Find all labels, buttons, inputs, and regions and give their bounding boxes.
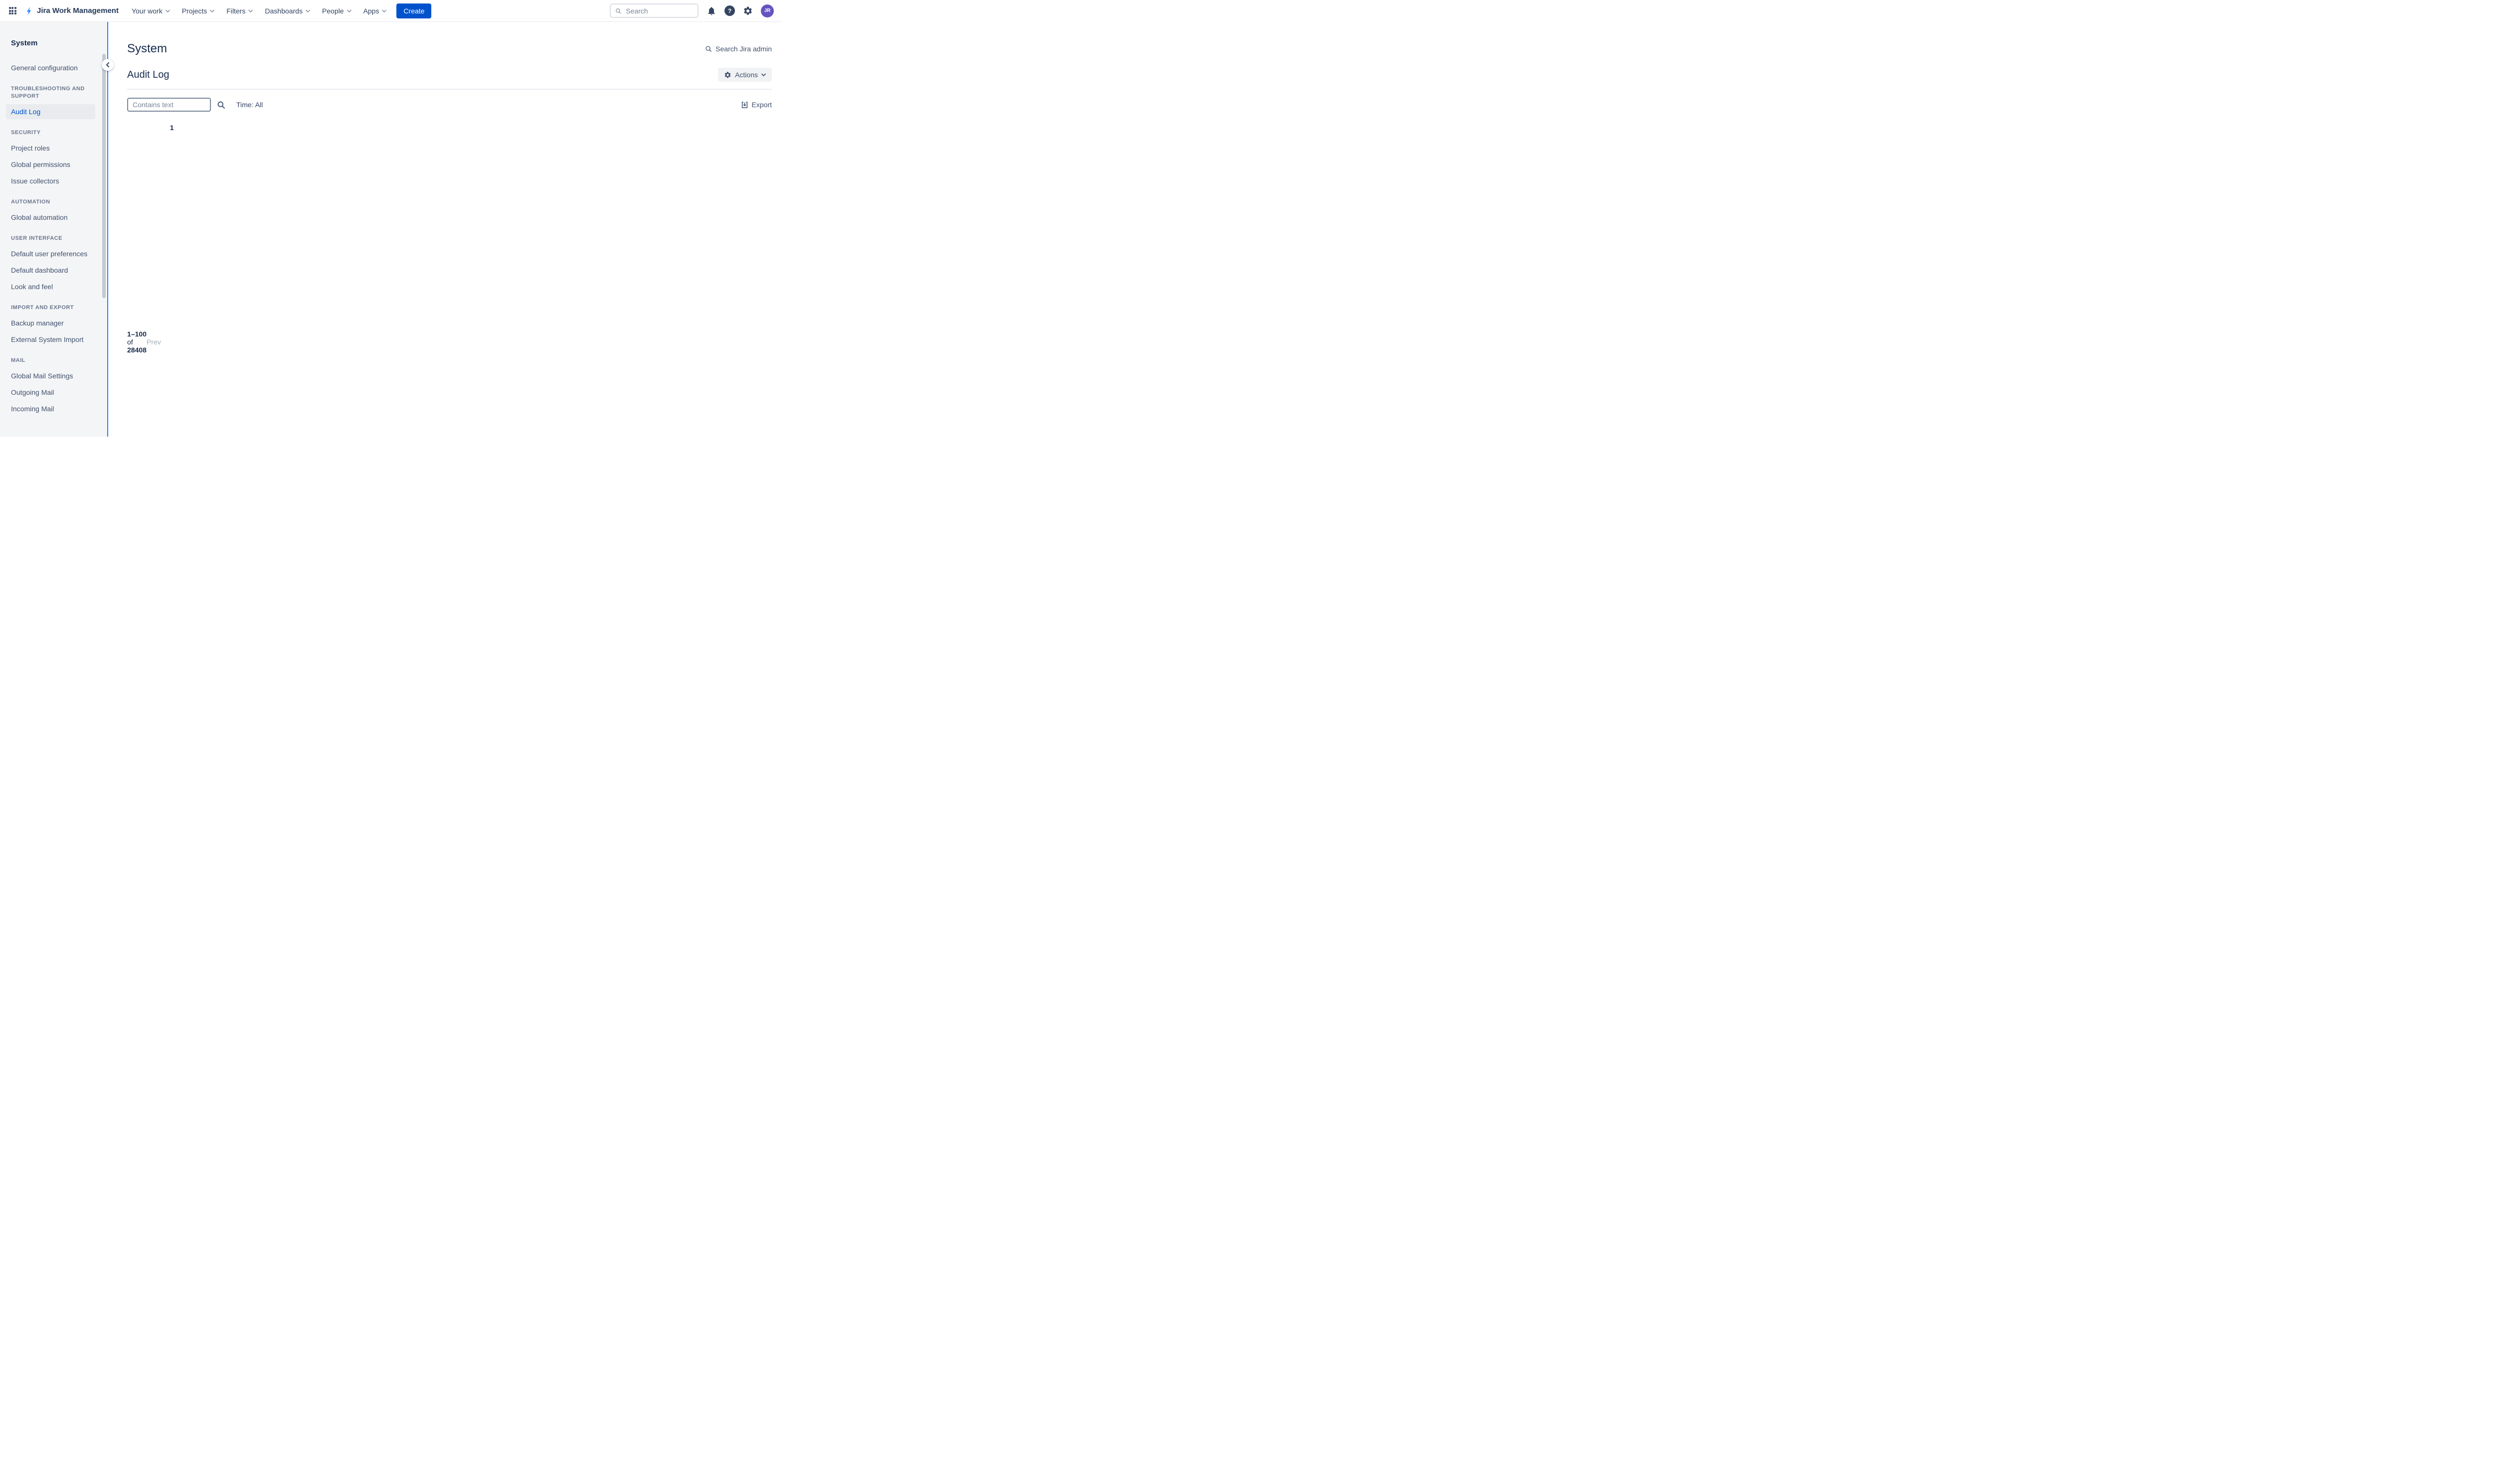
- results-range: 1–100: [127, 330, 147, 338]
- global-search[interactable]: [610, 3, 699, 18]
- results-of: of: [127, 338, 133, 346]
- search-jira-admin-label: Search Jira admin: [715, 45, 772, 53]
- export-button[interactable]: Export: [741, 101, 772, 109]
- results-total: 28408: [127, 346, 147, 354]
- sidebar-section-header-mail: MAIL: [6, 357, 95, 364]
- search-icon: [705, 45, 712, 52]
- chevron-down-icon: [761, 73, 766, 77]
- sidebar-item-general-configuration[interactable]: General configuration: [6, 60, 95, 75]
- sidebar-section-header-automation: AUTOMATION: [6, 198, 95, 206]
- nav-item-label: People: [322, 7, 344, 15]
- sidebar-item-global-permissions[interactable]: Global permissions: [6, 157, 95, 172]
- pagination-pages: 12345: [170, 124, 782, 437]
- sidebar-section-header-import-and-export: IMPORT AND EXPORT: [6, 304, 95, 312]
- sidebar-item-global-mail-settings[interactable]: Global Mail Settings: [6, 368, 95, 383]
- search-jira-admin-link[interactable]: Search Jira admin: [705, 45, 772, 53]
- product-logo[interactable]: Jira Work Management: [24, 6, 119, 16]
- bell-icon: [707, 6, 716, 16]
- sidebar-section-header-troubleshooting-and-support: TROUBLESHOOTING AND SUPPORT: [6, 85, 95, 100]
- chevron-down-icon: [166, 9, 170, 13]
- gear-icon: [743, 6, 753, 16]
- results-count: 1–100 of 28408: [127, 330, 147, 354]
- global-search-input[interactable]: [625, 6, 693, 15]
- time-filter[interactable]: Time: All: [236, 101, 263, 109]
- export-download-icon: [741, 101, 748, 109]
- chevron-left-icon: [106, 62, 110, 67]
- admin-sidebar: System General configuration TROUBLESHOOT…: [0, 22, 108, 437]
- chevron-down-icon: [347, 9, 352, 13]
- nav-item-label: Projects: [182, 7, 207, 15]
- sidebar-item-default-dashboard[interactable]: Default dashboard: [6, 263, 95, 278]
- filter-search-button[interactable]: [217, 101, 225, 109]
- chevron-down-icon: [306, 9, 310, 13]
- sidebar-item-incoming-mail[interactable]: Incoming Mail: [6, 401, 95, 416]
- sidebar-item-project-roles[interactable]: Project roles: [6, 141, 95, 156]
- sidebar-scrollbar-thumb[interactable]: [102, 54, 106, 298]
- sidebar-item-issue-collectors[interactable]: Issue collectors: [6, 173, 95, 188]
- actions-label: Actions: [735, 71, 758, 79]
- user-avatar[interactable]: JR: [761, 4, 774, 17]
- create-button[interactable]: Create: [396, 3, 431, 18]
- sidebar-item-backup-manager[interactable]: Backup manager: [6, 316, 95, 330]
- contains-text-input[interactable]: [127, 98, 211, 112]
- sidebar-section-header-user-interface: USER INTERFACE: [6, 235, 95, 242]
- main-content: System Search Jira admin Audit Log Actio…: [109, 22, 782, 437]
- jira-logo-icon: [24, 6, 34, 16]
- sidebar-item-external-system-import[interactable]: External System Import: [6, 332, 95, 347]
- sidebar-item-default-user-preferences[interactable]: Default user preferences: [6, 246, 95, 261]
- chevron-down-icon: [248, 9, 253, 13]
- top-navbar: Jira Work Management Your work Projects Fi…: [0, 0, 782, 22]
- sidebar-item-global-automation[interactable]: Global automation: [6, 210, 95, 225]
- app-switcher-button[interactable]: [5, 3, 20, 18]
- pagination-prev[interactable]: Prev: [147, 338, 161, 346]
- pagination: Prev 12345 Next: [147, 124, 782, 437]
- app-grid-icon: [9, 7, 16, 14]
- chevron-down-icon: [382, 9, 386, 13]
- primary-nav: Your work Projects Filters Dashboards People…: [127, 4, 391, 18]
- filter-bar: Time: All Export: [127, 98, 772, 112]
- help-icon: ?: [724, 5, 735, 16]
- pagination-page-1[interactable]: 1: [170, 124, 782, 437]
- section-title: Audit Log: [127, 69, 170, 81]
- sidebar-section-header-security: SECURITY: [6, 129, 95, 137]
- sidebar-nav: General configuration TROUBLESHOOTING AND…: [6, 60, 95, 416]
- sidebar-item-outgoing-mail[interactable]: Outgoing Mail: [6, 385, 95, 400]
- search-icon: [615, 7, 621, 14]
- sidebar-collapse-button[interactable]: [102, 59, 114, 71]
- nav-item-label: Dashboards: [265, 7, 303, 15]
- gear-icon: [724, 71, 731, 79]
- nav-item-filters[interactable]: Filters: [221, 4, 258, 18]
- export-label: Export: [752, 101, 772, 109]
- sidebar-item-audit-log[interactable]: Audit Log: [6, 104, 95, 119]
- settings-button[interactable]: [743, 6, 753, 16]
- product-name: Jira Work Management: [37, 6, 119, 15]
- results-bar: 1–100 of 28408 Prev 12345 Next: [127, 124, 772, 437]
- nav-item-projects[interactable]: Projects: [177, 4, 220, 18]
- nav-item-label: Your work: [132, 7, 163, 15]
- section-divider: [127, 89, 772, 90]
- search-icon: [217, 101, 225, 109]
- page-title: System: [127, 42, 167, 56]
- nav-item-dashboards[interactable]: Dashboards: [260, 4, 315, 18]
- jira-admin-page: Jira Work Management Your work Projects Fi…: [0, 0, 782, 437]
- sidebar-title: System: [6, 39, 95, 47]
- help-button[interactable]: ?: [724, 5, 735, 16]
- chevron-down-icon: [210, 9, 214, 13]
- sidebar-item-look-and-feel[interactable]: Look and feel: [6, 279, 95, 294]
- nav-item-apps[interactable]: Apps: [358, 4, 392, 18]
- nav-item-your-work[interactable]: Your work: [127, 4, 175, 18]
- nav-item-people[interactable]: People: [317, 4, 356, 18]
- actions-button[interactable]: Actions: [718, 68, 772, 82]
- notifications-button[interactable]: [707, 6, 716, 16]
- nav-item-label: Filters: [226, 7, 245, 15]
- nav-item-label: Apps: [363, 7, 379, 15]
- navbar-right: ? JR: [610, 3, 774, 18]
